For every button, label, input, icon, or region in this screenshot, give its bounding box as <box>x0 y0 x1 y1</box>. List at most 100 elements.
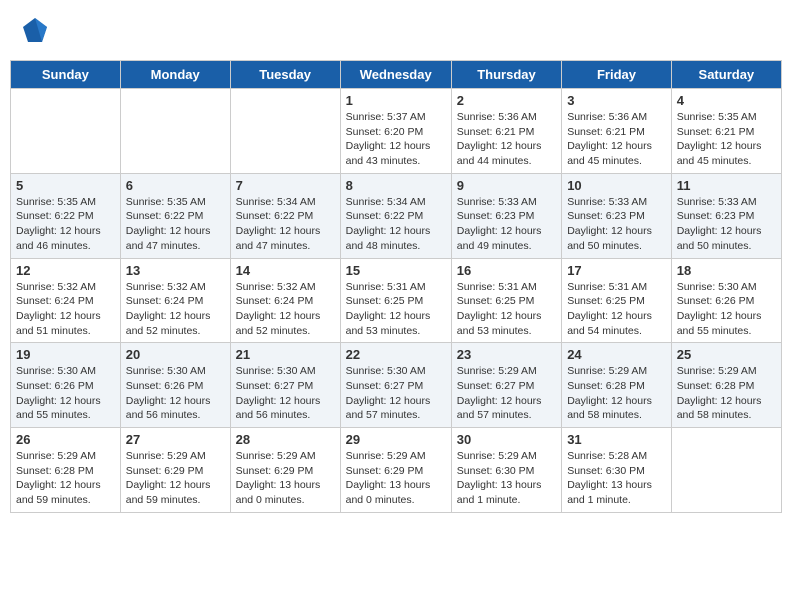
day-number: 30 <box>457 432 556 447</box>
day-info: Sunrise: 5:35 AM Sunset: 6:21 PM Dayligh… <box>677 110 776 169</box>
calendar-cell <box>671 428 781 513</box>
day-info: Sunrise: 5:30 AM Sunset: 6:26 PM Dayligh… <box>677 280 776 339</box>
calendar-cell: 8 Sunrise: 5:34 AM Sunset: 6:22 PM Daylig… <box>340 173 451 258</box>
day-info: Sunrise: 5:33 AM Sunset: 6:23 PM Dayligh… <box>677 195 776 254</box>
calendar-cell: 28 Sunrise: 5:29 AM Sunset: 6:29 PM Dayli… <box>230 428 340 513</box>
calendar-cell: 5 Sunrise: 5:35 AM Sunset: 6:22 PM Daylig… <box>11 173 121 258</box>
calendar-cell <box>11 89 121 174</box>
calendar-cell <box>230 89 340 174</box>
calendar-header-wednesday: Wednesday <box>340 61 451 89</box>
day-number: 3 <box>567 93 666 108</box>
calendar-cell: 19 Sunrise: 5:30 AM Sunset: 6:26 PM Dayli… <box>11 343 121 428</box>
day-info: Sunrise: 5:29 AM Sunset: 6:27 PM Dayligh… <box>457 364 556 423</box>
day-info: Sunrise: 5:29 AM Sunset: 6:28 PM Dayligh… <box>567 364 666 423</box>
calendar-cell: 12 Sunrise: 5:32 AM Sunset: 6:24 PM Dayli… <box>11 258 121 343</box>
day-number: 1 <box>346 93 446 108</box>
day-number: 26 <box>16 432 115 447</box>
day-number: 17 <box>567 263 666 278</box>
calendar-week-row: 5 Sunrise: 5:35 AM Sunset: 6:22 PM Daylig… <box>11 173 782 258</box>
day-info: Sunrise: 5:32 AM Sunset: 6:24 PM Dayligh… <box>236 280 335 339</box>
day-info: Sunrise: 5:31 AM Sunset: 6:25 PM Dayligh… <box>346 280 446 339</box>
day-info: Sunrise: 5:31 AM Sunset: 6:25 PM Dayligh… <box>567 280 666 339</box>
calendar-cell: 27 Sunrise: 5:29 AM Sunset: 6:29 PM Dayli… <box>120 428 230 513</box>
day-number: 22 <box>346 347 446 362</box>
day-info: Sunrise: 5:33 AM Sunset: 6:23 PM Dayligh… <box>567 195 666 254</box>
day-info: Sunrise: 5:29 AM Sunset: 6:30 PM Dayligh… <box>457 449 556 508</box>
calendar-cell: 13 Sunrise: 5:32 AM Sunset: 6:24 PM Dayli… <box>120 258 230 343</box>
day-number: 31 <box>567 432 666 447</box>
calendar-week-row: 12 Sunrise: 5:32 AM Sunset: 6:24 PM Dayli… <box>11 258 782 343</box>
day-number: 11 <box>677 178 776 193</box>
calendar-header-row: SundayMondayTuesdayWednesdayThursdayFrid… <box>11 61 782 89</box>
day-number: 10 <box>567 178 666 193</box>
calendar-cell: 24 Sunrise: 5:29 AM Sunset: 6:28 PM Dayli… <box>562 343 672 428</box>
calendar-cell: 20 Sunrise: 5:30 AM Sunset: 6:26 PM Dayli… <box>120 343 230 428</box>
day-info: Sunrise: 5:36 AM Sunset: 6:21 PM Dayligh… <box>567 110 666 169</box>
day-info: Sunrise: 5:33 AM Sunset: 6:23 PM Dayligh… <box>457 195 556 254</box>
day-number: 4 <box>677 93 776 108</box>
day-info: Sunrise: 5:32 AM Sunset: 6:24 PM Dayligh… <box>126 280 225 339</box>
calendar-cell: 25Sunrise: 5:29 AM Sunset: 6:28 PM Dayli… <box>671 343 781 428</box>
calendar-cell: 10 Sunrise: 5:33 AM Sunset: 6:23 PM Dayli… <box>562 173 672 258</box>
calendar-cell: 3 Sunrise: 5:36 AM Sunset: 6:21 PM Daylig… <box>562 89 672 174</box>
logo <box>20 15 54 45</box>
day-number: 8 <box>346 178 446 193</box>
day-info: Sunrise: 5:37 AM Sunset: 6:20 PM Dayligh… <box>346 110 446 169</box>
day-number: 7 <box>236 178 335 193</box>
calendar-cell: 31 Sunrise: 5:28 AM Sunset: 6:30 PM Dayli… <box>562 428 672 513</box>
day-number: 20 <box>126 347 225 362</box>
day-info: Sunrise: 5:29 AM Sunset: 6:28 PM Dayligh… <box>16 449 115 508</box>
calendar-cell: 26 Sunrise: 5:29 AM Sunset: 6:28 PM Dayli… <box>11 428 121 513</box>
day-info: Sunrise: 5:29 AM Sunset: 6:29 PM Dayligh… <box>236 449 335 508</box>
day-info: Sunrise: 5:31 AM Sunset: 6:25 PM Dayligh… <box>457 280 556 339</box>
day-number: 23 <box>457 347 556 362</box>
calendar-header-friday: Friday <box>562 61 672 89</box>
calendar-cell: 23 Sunrise: 5:29 AM Sunset: 6:27 PM Dayli… <box>451 343 561 428</box>
calendar-cell: 4 Sunrise: 5:35 AM Sunset: 6:21 PM Daylig… <box>671 89 781 174</box>
day-number: 5 <box>16 178 115 193</box>
day-info: Sunrise: 5:30 AM Sunset: 6:26 PM Dayligh… <box>126 364 225 423</box>
day-info: Sunrise: 5:34 AM Sunset: 6:22 PM Dayligh… <box>346 195 446 254</box>
calendar-week-row: 26 Sunrise: 5:29 AM Sunset: 6:28 PM Dayli… <box>11 428 782 513</box>
day-info: Sunrise: 5:34 AM Sunset: 6:22 PM Dayligh… <box>236 195 335 254</box>
day-number: 6 <box>126 178 225 193</box>
calendar-week-row: 1 Sunrise: 5:37 AM Sunset: 6:20 PM Daylig… <box>11 89 782 174</box>
day-number: 28 <box>236 432 335 447</box>
day-number: 14 <box>236 263 335 278</box>
day-info: Sunrise: 5:32 AM Sunset: 6:24 PM Dayligh… <box>16 280 115 339</box>
day-info: Sunrise: 5:30 AM Sunset: 6:26 PM Dayligh… <box>16 364 115 423</box>
day-number: 19 <box>16 347 115 362</box>
calendar-cell: 29Sunrise: 5:29 AM Sunset: 6:29 PM Dayli… <box>340 428 451 513</box>
day-info: Sunrise: 5:35 AM Sunset: 6:22 PM Dayligh… <box>16 195 115 254</box>
day-info: Sunrise: 5:36 AM Sunset: 6:21 PM Dayligh… <box>457 110 556 169</box>
calendar-cell <box>120 89 230 174</box>
calendar-cell: 15 Sunrise: 5:31 AM Sunset: 6:25 PM Dayli… <box>340 258 451 343</box>
logo-icon <box>20 15 50 45</box>
day-number: 27 <box>126 432 225 447</box>
day-number: 13 <box>126 263 225 278</box>
day-number: 18 <box>677 263 776 278</box>
day-number: 24 <box>567 347 666 362</box>
calendar-cell: 14 Sunrise: 5:32 AM Sunset: 6:24 PM Dayli… <box>230 258 340 343</box>
calendar-cell: 16 Sunrise: 5:31 AM Sunset: 6:25 PM Dayli… <box>451 258 561 343</box>
calendar-cell: 7 Sunrise: 5:34 AM Sunset: 6:22 PM Daylig… <box>230 173 340 258</box>
calendar-cell: 9Sunrise: 5:33 AM Sunset: 6:23 PM Daylig… <box>451 173 561 258</box>
calendar-cell: 18 Sunrise: 5:30 AM Sunset: 6:26 PM Dayli… <box>671 258 781 343</box>
day-info: Sunrise: 5:29 AM Sunset: 6:29 PM Dayligh… <box>346 449 446 508</box>
day-info: Sunrise: 5:35 AM Sunset: 6:22 PM Dayligh… <box>126 195 225 254</box>
calendar-cell: 11 Sunrise: 5:33 AM Sunset: 6:23 PM Dayli… <box>671 173 781 258</box>
calendar-cell: 30 Sunrise: 5:29 AM Sunset: 6:30 PM Dayli… <box>451 428 561 513</box>
day-info: Sunrise: 5:30 AM Sunset: 6:27 PM Dayligh… <box>236 364 335 423</box>
day-number: 12 <box>16 263 115 278</box>
calendar-header-thursday: Thursday <box>451 61 561 89</box>
day-info: Sunrise: 5:29 AM Sunset: 6:29 PM Dayligh… <box>126 449 225 508</box>
day-number: 21 <box>236 347 335 362</box>
calendar-header-tuesday: Tuesday <box>230 61 340 89</box>
day-number: 2 <box>457 93 556 108</box>
calendar-cell: 21 Sunrise: 5:30 AM Sunset: 6:27 PM Dayli… <box>230 343 340 428</box>
day-info: Sunrise: 5:28 AM Sunset: 6:30 PM Dayligh… <box>567 449 666 508</box>
calendar-table: SundayMondayTuesdayWednesdayThursdayFrid… <box>10 60 782 513</box>
day-number: 16 <box>457 263 556 278</box>
day-number: 15 <box>346 263 446 278</box>
calendar-cell: 22Sunrise: 5:30 AM Sunset: 6:27 PM Dayli… <box>340 343 451 428</box>
